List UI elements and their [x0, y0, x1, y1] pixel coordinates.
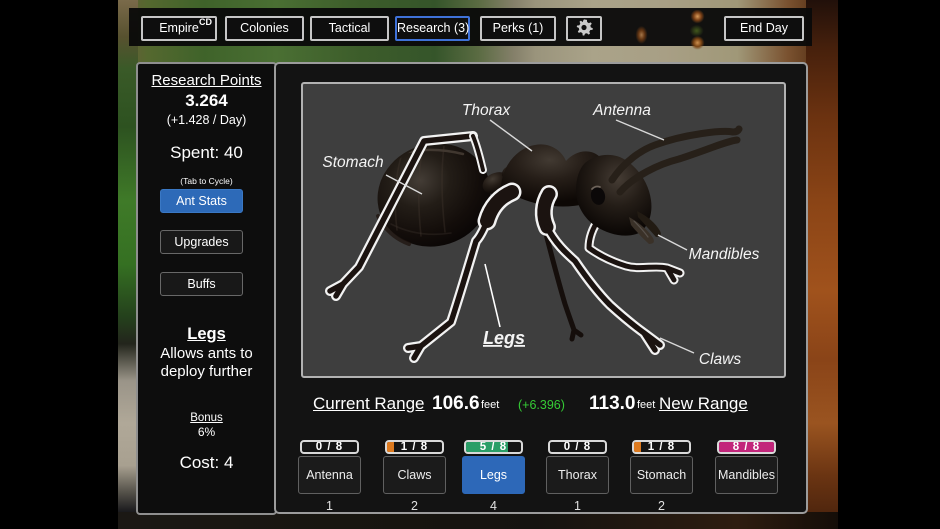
svg-text:Legs: Legs — [483, 328, 525, 348]
svg-text:Antenna: Antenna — [592, 102, 651, 119]
svg-text:Thorax: Thorax — [462, 102, 511, 119]
svg-text:Stomach: Stomach — [322, 154, 383, 171]
svg-text:Mandibles: Mandibles — [689, 246, 760, 263]
svg-text:Claws: Claws — [699, 351, 741, 368]
